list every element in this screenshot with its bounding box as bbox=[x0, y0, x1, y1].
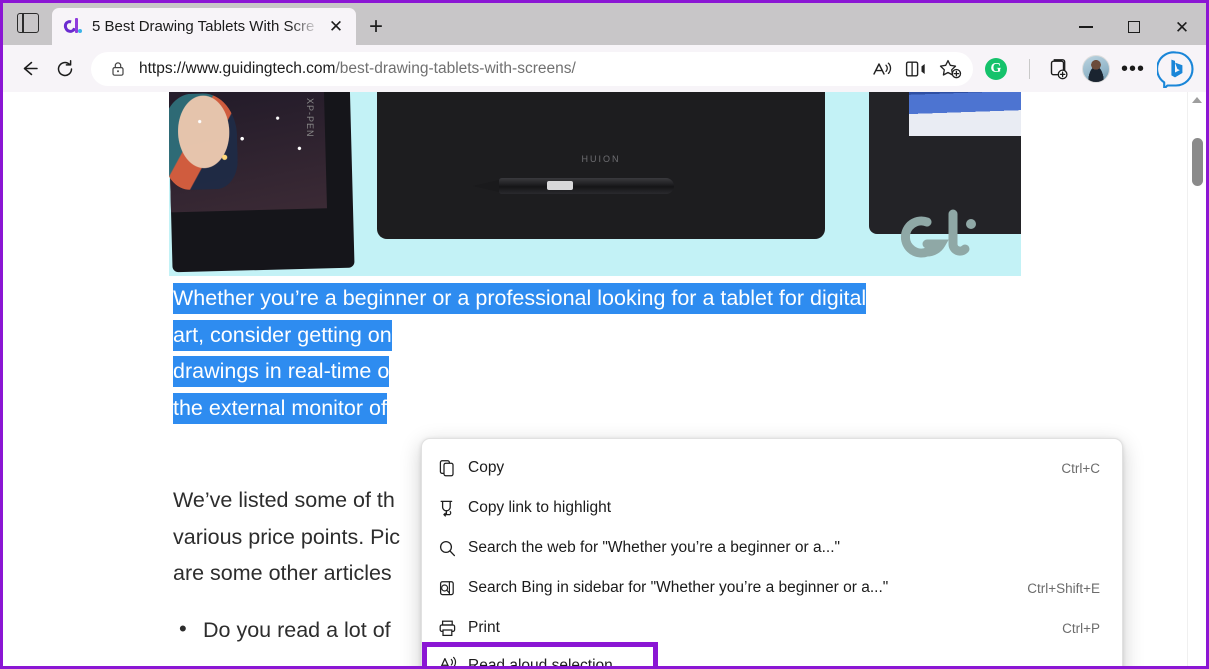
menu-item-label: Print bbox=[468, 619, 1038, 637]
minimize-button[interactable] bbox=[1062, 6, 1110, 48]
close-tab-icon[interactable]: ✕ bbox=[322, 13, 350, 41]
settings-and-more-icon[interactable]: ••• bbox=[1116, 54, 1150, 84]
toolbar-right-actions: G ••• bbox=[979, 49, 1196, 89]
lock-icon bbox=[107, 61, 129, 77]
title-bar: 5 Best Drawing Tablets With Scre ✕ + ✕ bbox=[3, 0, 1206, 45]
context-menu: Copy Ctrl+C Copy link to highlight bbox=[421, 438, 1123, 666]
sidebar-search-icon bbox=[438, 579, 468, 598]
printer-icon bbox=[438, 619, 468, 638]
menu-item-shortcut: Ctrl+C bbox=[1037, 461, 1100, 476]
menu-item-label: Search Bing in sidebar for "Whether you’… bbox=[468, 579, 1003, 597]
menu-item-search-bing-in-sidebar[interactable]: Search Bing in sidebar for "Whether you’… bbox=[422, 568, 1122, 608]
tab-favicon-icon bbox=[64, 18, 82, 36]
read-aloud-icon bbox=[438, 654, 468, 667]
article-hero-image: XP-PEN HUION bbox=[169, 92, 1021, 276]
address-bar-text: https://www.guidingtech.com/best-drawing… bbox=[129, 60, 865, 78]
scroll-up-arrow-icon[interactable] bbox=[1188, 92, 1206, 108]
arrow-left-icon bbox=[19, 58, 40, 79]
menu-item-read-aloud-selection[interactable]: Read aloud selection bbox=[422, 642, 658, 666]
link-highlight-icon bbox=[438, 499, 468, 518]
selection-line-2: art, consider getting on bbox=[173, 320, 392, 351]
menu-item-shortcut: Ctrl+Shift+E bbox=[1003, 581, 1100, 596]
refresh-icon bbox=[55, 59, 75, 79]
browser-toolbar: https://www.guidingtech.com/best-drawing… bbox=[3, 45, 1206, 92]
read-aloud-icon[interactable] bbox=[865, 53, 899, 85]
menu-item-label: Read aloud selection bbox=[468, 657, 613, 667]
close-window-button[interactable]: ✕ bbox=[1158, 6, 1206, 48]
search-icon bbox=[438, 539, 468, 558]
scrollbar-thumb[interactable] bbox=[1192, 138, 1203, 186]
add-favorite-icon[interactable] bbox=[933, 53, 967, 85]
hero-brand-label: XP-PEN bbox=[305, 98, 315, 138]
selection-line-1: Whether you’re a beginner or a professio… bbox=[173, 283, 866, 314]
reload-button[interactable] bbox=[47, 51, 83, 87]
menu-item-label: Search the web for "Whether you’re a beg… bbox=[468, 539, 1076, 557]
tab-title: 5 Best Drawing Tablets With Scre bbox=[92, 18, 322, 35]
menu-item-label: Copy bbox=[468, 459, 1037, 477]
new-tab-button[interactable]: + bbox=[356, 8, 396, 45]
maximize-button[interactable] bbox=[1110, 6, 1158, 48]
address-bar[interactable]: https://www.guidingtech.com/best-drawing… bbox=[91, 52, 973, 86]
browser-tab[interactable]: 5 Best Drawing Tablets With Scre ✕ bbox=[52, 8, 356, 45]
guidingtech-watermark-icon bbox=[891, 208, 987, 266]
grammarly-extension-icon[interactable]: G bbox=[985, 58, 1007, 80]
stylus-pen-graphic bbox=[499, 178, 674, 194]
tab-actions-icon bbox=[17, 13, 39, 33]
page-viewport: XP-PEN HUION Whether you’re a beginner o… bbox=[3, 92, 1206, 666]
tab-actions-button[interactable] bbox=[3, 0, 52, 45]
menu-item-label: Copy link to highlight bbox=[468, 499, 1076, 517]
profile-avatar[interactable] bbox=[1082, 55, 1110, 83]
browser-window: 5 Best Drawing Tablets With Scre ✕ + ✕ bbox=[0, 0, 1209, 669]
window-controls: ✕ bbox=[1062, 6, 1206, 48]
copy-icon bbox=[438, 459, 468, 478]
vertical-scrollbar[interactable] bbox=[1187, 92, 1206, 666]
menu-item-copy-link-to-highlight[interactable]: Copy link to highlight bbox=[422, 488, 1122, 528]
toolbar-divider bbox=[1029, 59, 1030, 79]
selection-line-4: the external monitor of bbox=[173, 393, 387, 424]
menu-item-shortcut: Ctrl+P bbox=[1038, 621, 1100, 636]
address-bar-actions bbox=[865, 53, 967, 85]
copilot-bing-icon[interactable] bbox=[1156, 49, 1196, 89]
menu-item-search-the-web[interactable]: Search the web for "Whether you’re a beg… bbox=[422, 528, 1122, 568]
split-screen-icon[interactable] bbox=[899, 53, 933, 85]
selection-line-3: drawings in real-time o bbox=[173, 356, 389, 387]
bullet-text: Do you read a lot of bbox=[203, 618, 391, 642]
collections-icon[interactable] bbox=[1040, 51, 1076, 87]
selected-paragraph: Whether you’re a beginner or a professio… bbox=[173, 280, 1003, 426]
back-button[interactable] bbox=[11, 51, 47, 87]
menu-item-copy[interactable]: Copy Ctrl+C bbox=[422, 448, 1122, 488]
